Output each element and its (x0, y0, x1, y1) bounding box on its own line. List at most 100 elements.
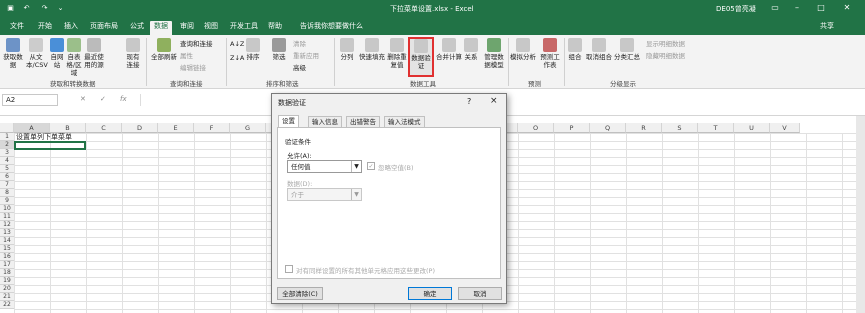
forecast-sheet-button[interactable]: 预测工作表 (538, 38, 562, 69)
manage-data-model-button[interactable]: 管理数据模型 (482, 38, 506, 69)
consolidate-button[interactable]: 合并计算 (436, 38, 462, 61)
row-header[interactable]: 4 (0, 157, 14, 165)
edit-links-button[interactable]: 编辑链接 (180, 64, 206, 72)
row-header[interactable]: 14 (0, 237, 14, 245)
select-all-corner[interactable] (0, 123, 14, 133)
tab-file[interactable]: 文件 (6, 21, 28, 35)
tab-home[interactable]: 开始 (34, 21, 56, 35)
queries-connections-button[interactable]: 查询和连接 (180, 40, 213, 48)
row-header[interactable]: 21 (0, 293, 14, 301)
what-if-analysis-button[interactable]: 模拟分析 (510, 38, 536, 61)
column-header[interactable]: G (230, 123, 266, 133)
cancel-entry-icon[interactable]: ✕ (80, 95, 86, 103)
redo-icon[interactable]: ↷ (40, 4, 49, 13)
column-header[interactable]: U (734, 123, 770, 133)
cell-a1[interactable]: 设置单列下单菜单 (16, 133, 72, 141)
column-header[interactable]: F (194, 123, 230, 133)
confirm-entry-icon[interactable]: ✓ (100, 95, 106, 103)
recent-sources-button[interactable]: 最近使用的源 (84, 38, 104, 69)
row-header[interactable]: 2 (0, 141, 14, 149)
advanced-filter-button[interactable]: 高级 (293, 64, 306, 72)
column-header[interactable]: C (86, 123, 122, 133)
apply-all-checkbox[interactable] (285, 265, 293, 273)
column-header[interactable]: O (518, 123, 554, 133)
cancel-button[interactable]: 取消 (458, 287, 502, 300)
minimize-icon[interactable]: – (790, 2, 804, 14)
column-header[interactable]: P (554, 123, 590, 133)
show-detail-button[interactable]: 显示明细数据 (646, 40, 685, 48)
row-header[interactable]: 8 (0, 189, 14, 197)
tab-review[interactable]: 审阅 (176, 21, 198, 35)
row-header[interactable]: 11 (0, 213, 14, 221)
ribbon-display-icon[interactable]: ▭ (768, 2, 782, 14)
from-table-button[interactable]: 自表格/区域 (66, 38, 82, 77)
tab-formulas[interactable]: 公式 (126, 21, 148, 35)
column-header[interactable]: S (662, 123, 698, 133)
reapply-button[interactable]: 重新应用 (293, 52, 319, 60)
filter-button[interactable]: 筛选 (270, 38, 288, 61)
tab-page-layout[interactable]: 页面布局 (86, 21, 122, 35)
get-data-button[interactable]: 获取数据 (2, 38, 24, 69)
subtotal-button[interactable]: 分类汇总 (614, 38, 640, 61)
row-header[interactable]: 18 (0, 269, 14, 277)
row-header[interactable]: 10 (0, 205, 14, 213)
undo-icon[interactable]: ↶ (22, 4, 31, 13)
column-header[interactable]: A (14, 123, 50, 133)
clear-all-button[interactable]: 全部清除(C) (277, 287, 323, 300)
column-header[interactable]: B (50, 123, 86, 133)
close-icon[interactable]: × (490, 96, 498, 106)
clear-filter-button[interactable]: 清除 (293, 40, 306, 48)
column-header[interactable]: D (122, 123, 158, 133)
row-header[interactable]: 5 (0, 165, 14, 173)
relationships-button[interactable]: 关系 (462, 38, 480, 61)
from-csv-button[interactable]: 从文本/CSV (26, 38, 48, 69)
ignore-blank-checkbox[interactable]: ✓ (367, 162, 375, 170)
user-name[interactable]: DE05曾亮凝 (716, 4, 756, 14)
row-header[interactable]: 6 (0, 173, 14, 181)
row-header[interactable]: 22 (0, 301, 14, 309)
maximize-icon[interactable]: □ (814, 2, 828, 14)
row-header[interactable]: 7 (0, 181, 14, 189)
help-icon[interactable]: ? (467, 97, 471, 106)
hide-detail-button[interactable]: 隐藏明细数据 (646, 52, 685, 60)
name-box[interactable]: A2 (2, 94, 58, 106)
vertical-scrollbar[interactable] (856, 116, 865, 313)
column-header[interactable]: Q (590, 123, 626, 133)
row-header[interactable]: 16 (0, 253, 14, 261)
allow-select[interactable]: 任何值 ▼ (287, 160, 362, 173)
tell-me-search[interactable]: 告诉我你想要做什么 (300, 21, 363, 31)
tab-insert[interactable]: 插入 (60, 21, 82, 35)
row-header[interactable]: 19 (0, 277, 14, 285)
row-header[interactable]: 1 (0, 133, 14, 141)
data-validation-button[interactable]: 数据验证 (408, 37, 434, 77)
tab-data[interactable]: 数据 (150, 21, 172, 35)
tab-view[interactable]: 视图 (200, 21, 222, 35)
column-header[interactable]: R (626, 123, 662, 133)
insert-function-icon[interactable]: fx (120, 95, 127, 103)
remove-duplicates-button[interactable]: 删除重复值 (386, 38, 408, 69)
tab-help[interactable]: 帮助 (264, 21, 286, 35)
from-web-button[interactable]: 自网站 (50, 38, 64, 69)
active-cell-a2[interactable] (14, 141, 86, 150)
row-header[interactable]: 17 (0, 261, 14, 269)
row-header[interactable]: 13 (0, 229, 14, 237)
quick-access-dropdown-icon[interactable]: ⌄ (56, 4, 65, 13)
row-header[interactable]: 3 (0, 149, 14, 157)
row-header[interactable]: 20 (0, 285, 14, 293)
refresh-all-button[interactable]: 全部刷新 (150, 38, 178, 61)
properties-button[interactable]: 属性 (180, 52, 193, 60)
column-header[interactable]: V (770, 123, 800, 133)
group-button[interactable]: 组合 (566, 38, 584, 61)
column-header[interactable]: T (698, 123, 734, 133)
existing-connections-button[interactable]: 现有连接 (124, 38, 142, 69)
sort-za-icon[interactable]: Z↓A (230, 54, 244, 62)
row-header[interactable]: 12 (0, 221, 14, 229)
column-header[interactable]: E (158, 123, 194, 133)
sort-button[interactable]: 排序 (244, 38, 262, 61)
ungroup-button[interactable]: 取消组合 (586, 38, 612, 61)
save-icon[interactable]: ▣ (6, 4, 15, 13)
text-to-columns-button[interactable]: 分列 (338, 38, 356, 61)
tab-developer[interactable]: 开发工具 (226, 21, 262, 35)
share-button[interactable]: 共享 (820, 21, 834, 31)
row-header[interactable]: 9 (0, 197, 14, 205)
